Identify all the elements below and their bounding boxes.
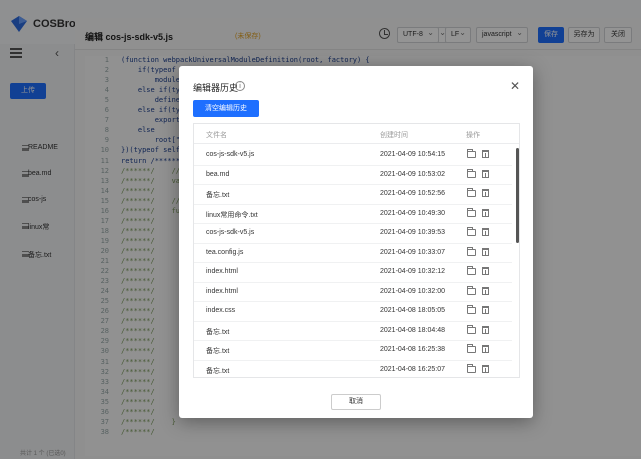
table-row: tea.config.js 2021-04-09 10:33:07 bbox=[194, 244, 512, 263]
open-folder-icon[interactable] bbox=[467, 227, 476, 236]
close-icon[interactable]: ✕ bbox=[510, 79, 520, 93]
file-name-cell: 备忘.txt bbox=[206, 328, 230, 336]
file-name-cell: 备忘.txt bbox=[206, 348, 230, 355]
open-folder-icon[interactable] bbox=[467, 207, 476, 217]
open-folder-icon[interactable] bbox=[467, 246, 476, 256]
dialog-title: 编辑器历史 bbox=[193, 83, 239, 93]
history-table: 文件名 创建时间 操作 cos-js-sdk-v5.js 2021-04-09 1… bbox=[193, 123, 520, 378]
column-header-actions: 操作 bbox=[466, 132, 480, 139]
table-row: cos-js-sdk-v5.js 2021-04-09 10:54:15 bbox=[194, 146, 512, 166]
open-folder-icon[interactable] bbox=[467, 266, 476, 275]
open-folder-icon[interactable] bbox=[467, 285, 476, 295]
file-name-cell: index.css bbox=[206, 307, 236, 314]
table-row: index.html 2021-04-09 10:32:12 bbox=[194, 263, 512, 283]
column-header-name: 文件名 bbox=[206, 132, 227, 139]
file-name-cell: cos-js-sdk-v5.js bbox=[206, 229, 255, 236]
table-row: 备忘.txt 2021-04-08 16:25:07 bbox=[194, 361, 512, 378]
file-name-cell: 备忘.txt bbox=[206, 192, 230, 199]
open-folder-icon[interactable] bbox=[467, 149, 476, 158]
file-name-cell: bea.md bbox=[206, 170, 230, 178]
delete-trash-icon[interactable] bbox=[482, 325, 489, 334]
table-scrollbar[interactable] bbox=[516, 148, 519, 243]
file-name-cell: index.html bbox=[206, 287, 238, 295]
file-name-cell: 备忘.txt bbox=[206, 367, 230, 375]
created-time-cell: 2021-04-09 10:53:02 bbox=[380, 170, 445, 178]
table-row: index.css 2021-04-08 18:05:05 bbox=[194, 302, 512, 322]
delete-trash-icon[interactable] bbox=[482, 228, 489, 236]
created-time-cell: 2021-04-08 18:05:05 bbox=[380, 307, 445, 314]
delete-trash-icon[interactable] bbox=[482, 189, 489, 197]
open-folder-icon[interactable] bbox=[467, 363, 476, 373]
file-name-cell: cos-js-sdk-v5.js bbox=[206, 151, 255, 158]
info-icon[interactable]: i bbox=[235, 81, 245, 91]
created-time-cell: 2021-04-08 16:25:07 bbox=[380, 365, 445, 373]
open-folder-icon[interactable] bbox=[467, 305, 476, 314]
created-time-cell: 2021-04-09 10:32:00 bbox=[380, 287, 445, 295]
table-row: 备忘.txt 2021-04-09 10:52:56 bbox=[194, 185, 512, 205]
table-row: linux常用命令.txt 2021-04-09 10:49:30 bbox=[194, 205, 512, 224]
delete-trash-icon[interactable] bbox=[482, 364, 489, 373]
delete-trash-icon[interactable] bbox=[482, 247, 489, 256]
created-time-cell: 2021-04-09 10:52:56 bbox=[380, 190, 445, 197]
table-row: 备忘.txt 2021-04-08 16:25:38 bbox=[194, 341, 512, 361]
table-row: cos-js-sdk-v5.js 2021-04-09 10:39:53 bbox=[194, 224, 512, 244]
table-header: 文件名 创建时间 操作 bbox=[194, 124, 519, 144]
delete-trash-icon[interactable] bbox=[482, 306, 489, 314]
delete-trash-icon[interactable] bbox=[482, 286, 489, 295]
delete-trash-icon[interactable] bbox=[482, 208, 489, 217]
open-folder-icon[interactable] bbox=[467, 344, 476, 353]
open-folder-icon[interactable] bbox=[467, 168, 476, 178]
file-name-cell: tea.config.js bbox=[206, 248, 244, 256]
file-name-cell: index.html bbox=[206, 268, 238, 275]
file-name-cell: linux常用命令.txt bbox=[206, 211, 258, 219]
created-time-cell: 2021-04-09 10:33:07 bbox=[380, 248, 445, 256]
clear-history-button[interactable]: 清空编辑历史 bbox=[193, 100, 259, 117]
created-time-cell: 2021-04-08 16:25:38 bbox=[380, 346, 445, 353]
delete-trash-icon[interactable] bbox=[482, 150, 489, 158]
created-time-cell: 2021-04-09 10:39:53 bbox=[380, 229, 445, 236]
created-time-cell: 2021-04-09 10:49:30 bbox=[380, 209, 445, 217]
editor-history-dialog: 编辑器历史 i ✕ 清空编辑历史 文件名 创建时间 操作 cos-js-sdk-… bbox=[179, 66, 533, 418]
created-time-cell: 2021-04-08 18:04:48 bbox=[380, 326, 445, 334]
table-row: bea.md 2021-04-09 10:53:02 bbox=[194, 166, 512, 185]
delete-trash-icon[interactable] bbox=[482, 345, 489, 353]
created-time-cell: 2021-04-09 10:54:15 bbox=[380, 151, 445, 158]
open-folder-icon[interactable] bbox=[467, 188, 476, 197]
table-row: 备忘.txt 2021-04-08 18:04:48 bbox=[194, 322, 512, 341]
cancel-button[interactable]: 取消 bbox=[331, 394, 381, 410]
open-folder-icon[interactable] bbox=[467, 324, 476, 334]
delete-trash-icon[interactable] bbox=[482, 169, 489, 178]
table-row: index.html 2021-04-09 10:32:00 bbox=[194, 283, 512, 302]
delete-trash-icon[interactable] bbox=[482, 267, 489, 275]
created-time-cell: 2021-04-09 10:32:12 bbox=[380, 268, 445, 275]
column-header-time: 创建时间 bbox=[380, 132, 408, 139]
